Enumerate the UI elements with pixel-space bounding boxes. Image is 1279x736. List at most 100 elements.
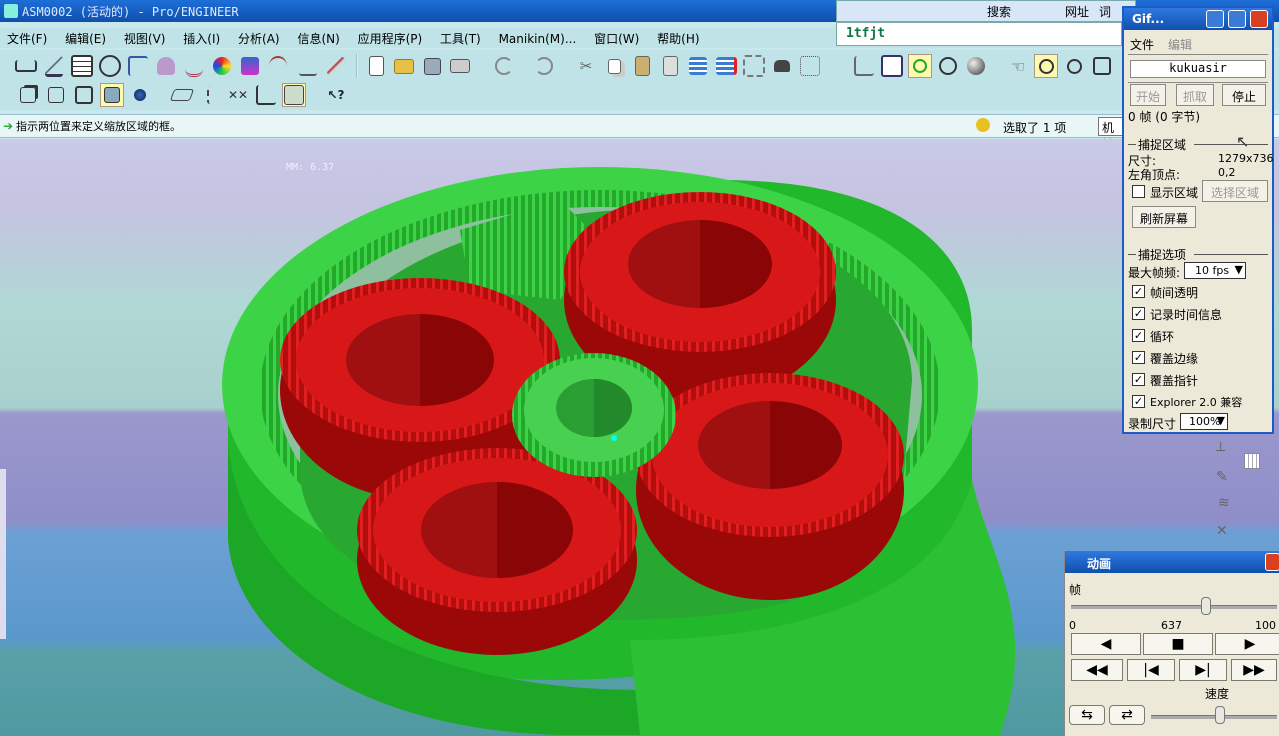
- dimension-icon[interactable]: [14, 54, 38, 78]
- spin-center-icon[interactable]: [908, 54, 932, 78]
- loop-mode-button[interactable]: ⇆: [1069, 705, 1105, 725]
- refresh-screen-button[interactable]: 刷新屏幕: [1132, 206, 1196, 228]
- window-icon[interactable]: [880, 54, 904, 78]
- last-frame-button[interactable]: ▶|: [1179, 659, 1227, 681]
- check-tool-icon[interactable]: [324, 54, 348, 78]
- refit-icon[interactable]: [1090, 54, 1114, 78]
- datum-axes-toggle-icon[interactable]: [198, 83, 222, 107]
- stop-button[interactable]: 停止: [1222, 84, 1266, 106]
- show-region-checkbox[interactable]: [1132, 185, 1145, 198]
- menu-file[interactable]: 文件(F): [0, 28, 54, 47]
- maximize-icon[interactable]: [1228, 10, 1246, 28]
- paste-icon[interactable]: [630, 54, 654, 78]
- frame-slider-thumb[interactable]: [1201, 597, 1211, 615]
- menu-analysis[interactable]: 分析(A): [231, 28, 287, 47]
- explorer-compat-checkbox[interactable]: ✓: [1132, 395, 1145, 408]
- shading-icon[interactable]: [964, 54, 988, 78]
- zoom-in-icon[interactable]: [1034, 54, 1058, 78]
- no-hidden-icon[interactable]: [72, 83, 96, 107]
- gif-menu-edit[interactable]: 编辑: [1168, 36, 1192, 53]
- frame-transparent-checkbox[interactable]: ✓: [1132, 285, 1145, 298]
- stop-animation-button[interactable]: ■: [1143, 633, 1213, 655]
- print-icon[interactable]: [448, 54, 472, 78]
- zoom-out-icon[interactable]: [1062, 54, 1086, 78]
- menu-help[interactable]: 帮助(H): [650, 28, 706, 47]
- gif-menu-file[interactable]: 文件: [1130, 36, 1154, 53]
- select-region-button[interactable]: 选择区域: [1202, 180, 1268, 202]
- menu-info[interactable]: 信息(N): [290, 28, 346, 47]
- curve-icon[interactable]: [182, 54, 206, 78]
- offset-curve-icon[interactable]: [266, 54, 290, 78]
- table-icon[interactable]: [70, 54, 94, 78]
- hidden-line-icon[interactable]: [44, 83, 68, 107]
- cover-edge-checkbox[interactable]: ✓: [1132, 351, 1145, 364]
- menu-view[interactable]: 视图(V): [117, 28, 173, 47]
- measure-icon[interactable]: [98, 54, 122, 78]
- play-forward-button[interactable]: ▶: [1215, 633, 1279, 655]
- menu-tools[interactable]: 工具(T): [433, 28, 488, 47]
- spring-side-icon[interactable]: ≋: [1218, 495, 1238, 511]
- cover-pointer-checkbox[interactable]: ✓: [1132, 373, 1145, 386]
- animation-close-icon[interactable]: [1265, 553, 1279, 571]
- menu-window[interactable]: 窗口(W): [587, 28, 646, 47]
- annotation-toggle-icon[interactable]: [282, 83, 306, 107]
- undo-icon[interactable]: [492, 54, 516, 78]
- save-icon[interactable]: [420, 54, 444, 78]
- orient-icon[interactable]: [936, 54, 960, 78]
- datum-points-toggle-icon[interactable]: ✕✕: [226, 83, 250, 107]
- loop-checkbox[interactable]: ✓: [1132, 329, 1145, 342]
- menu-applications[interactable]: 应用程序(P): [351, 28, 430, 47]
- redo-icon[interactable]: [532, 54, 556, 78]
- open-folder-icon[interactable]: [392, 54, 416, 78]
- minimize-icon[interactable]: [1206, 10, 1224, 28]
- speed-slider-track[interactable]: [1151, 715, 1277, 719]
- record-time-checkbox[interactable]: ✓: [1132, 307, 1145, 320]
- weld-side-icon[interactable]: ✕: [1216, 523, 1236, 539]
- shaded-icon[interactable]: [100, 83, 124, 107]
- regenerate-manager-icon[interactable]: [714, 54, 738, 78]
- copy-icon[interactable]: [602, 54, 626, 78]
- start-button[interactable]: 开始: [1130, 84, 1166, 106]
- reverse-mode-button[interactable]: ⇄: [1109, 705, 1145, 725]
- left-edge-handle[interactable]: [0, 469, 6, 639]
- datum-planes-toggle-icon[interactable]: [169, 83, 195, 107]
- color-analysis-icon[interactable]: [210, 54, 234, 78]
- word-button[interactable]: 词: [1099, 3, 1111, 20]
- dimension-probe-icon[interactable]: [296, 54, 320, 78]
- cut-icon[interactable]: ✂: [574, 54, 598, 78]
- grid-side-icon[interactable]: [1244, 453, 1260, 469]
- menu-manikin[interactable]: Manikin(M)...: [492, 30, 584, 46]
- max-fps-select[interactable]: 10 fps ▼: [1184, 262, 1246, 279]
- datum-plane-icon[interactable]: [42, 54, 66, 78]
- wireframe-icon[interactable]: [16, 83, 40, 107]
- gif-user-field[interactable]: kukuasir: [1130, 60, 1266, 78]
- regenerate-icon[interactable]: [686, 54, 710, 78]
- record-size-select[interactable]: 100% ▼: [1180, 413, 1228, 430]
- shade-icon[interactable]: [238, 54, 262, 78]
- new-file-icon[interactable]: [364, 54, 388, 78]
- address-button[interactable]: 网址: [1065, 3, 1089, 20]
- frame-slider-track[interactable]: [1071, 605, 1277, 609]
- capture-button[interactable]: 抓取: [1176, 84, 1214, 106]
- menu-insert[interactable]: 插入(I): [176, 28, 227, 47]
- search-input-text[interactable]: 1tfjt: [846, 26, 885, 41]
- close-icon[interactable]: [1250, 10, 1268, 28]
- lightbulb-icon[interactable]: [976, 118, 990, 132]
- sketch-side-icon[interactable]: ✎: [1216, 469, 1236, 485]
- select-box-icon[interactable]: [798, 54, 822, 78]
- first-frame-button[interactable]: |◀: [1127, 659, 1175, 681]
- coord-systems-toggle-icon[interactable]: [254, 83, 278, 107]
- context-help-icon[interactable]: ↖?: [324, 83, 348, 107]
- search-button[interactable]: 搜索: [987, 3, 1011, 20]
- fast-forward-button[interactable]: ▶▶: [1231, 659, 1277, 681]
- surface-icon[interactable]: [154, 54, 178, 78]
- find-icon[interactable]: [770, 54, 794, 78]
- datum-axis-side-icon[interactable]: ⟂: [1216, 439, 1236, 455]
- rewind-button[interactable]: ◀◀: [1071, 659, 1123, 681]
- group-icon[interactable]: [742, 54, 766, 78]
- display-style-icon[interactable]: [128, 83, 152, 107]
- speed-slider-thumb[interactable]: [1215, 706, 1225, 724]
- menu-edit[interactable]: 编辑(E): [58, 28, 113, 47]
- pan-hand-icon[interactable]: ☜: [1006, 54, 1030, 78]
- play-backward-button[interactable]: ◀: [1071, 633, 1141, 655]
